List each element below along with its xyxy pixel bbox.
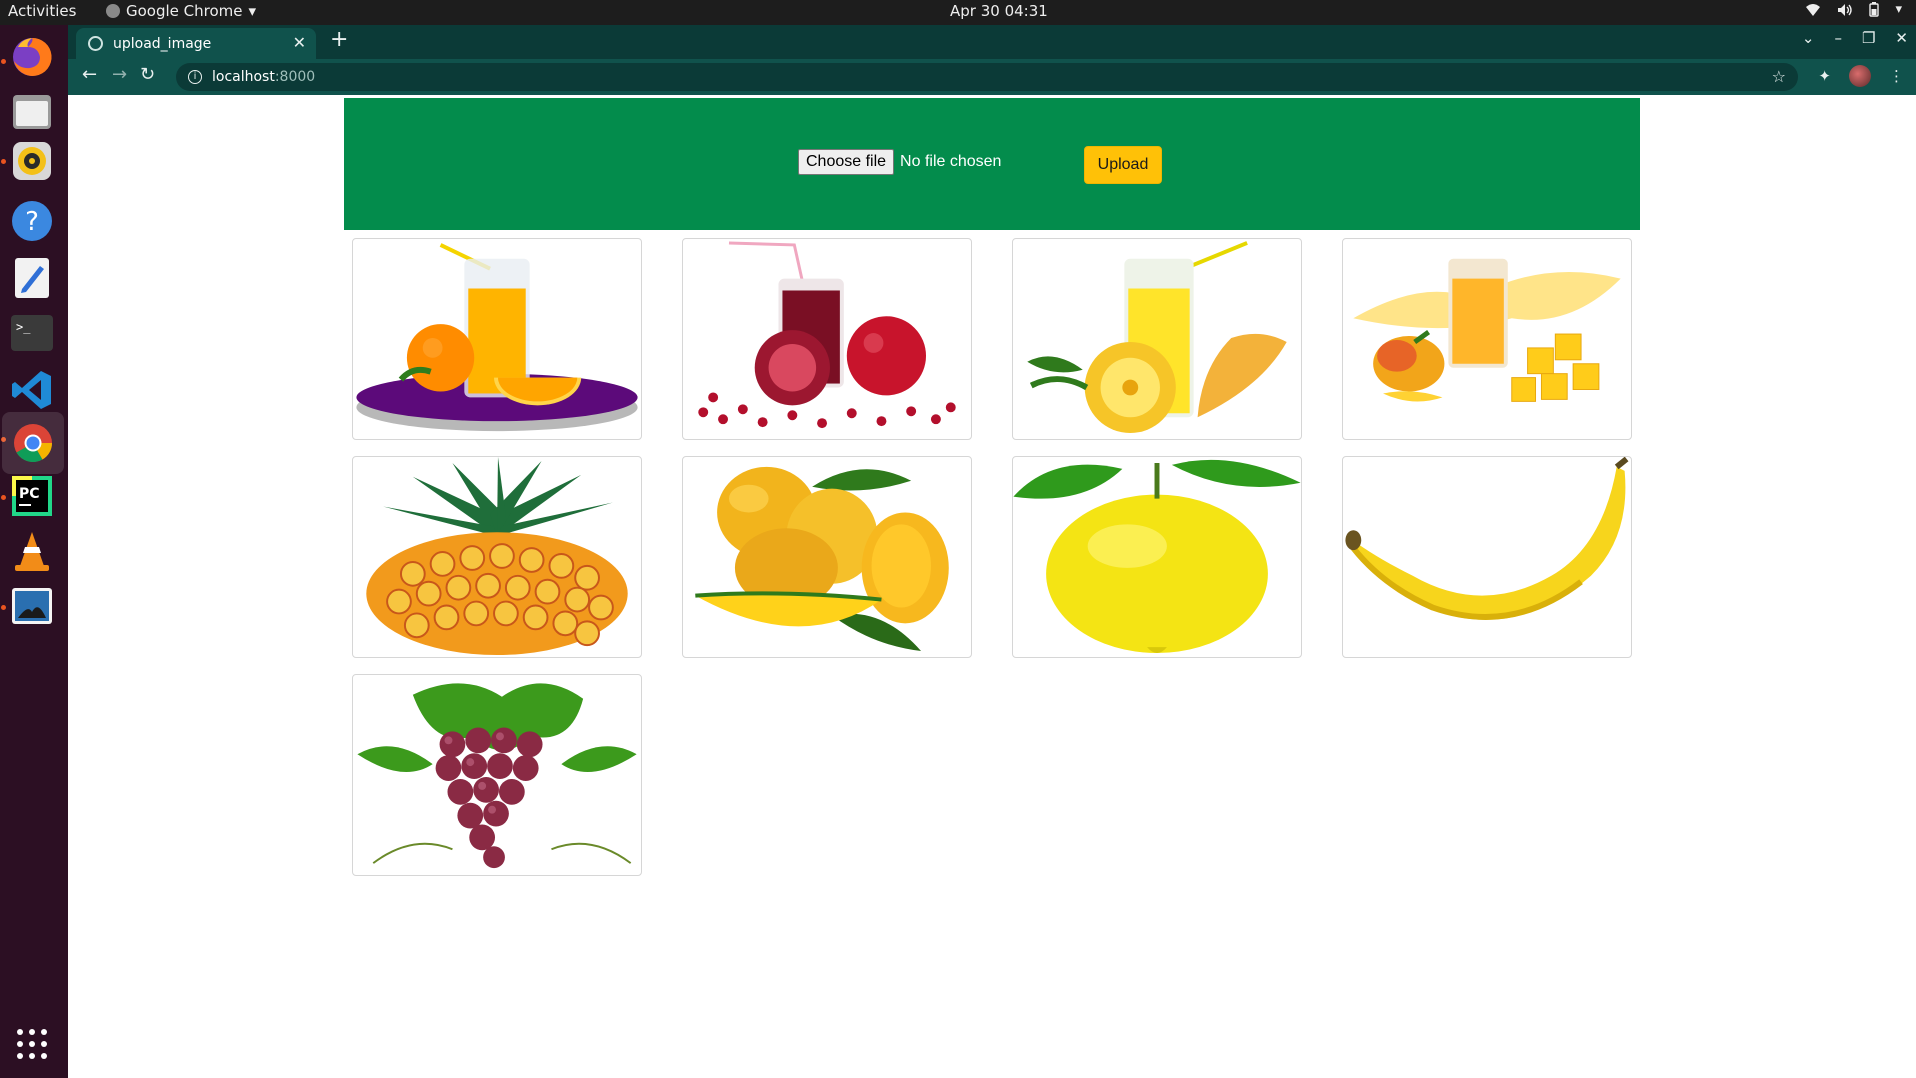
dock-item-shotwell[interactable] — [8, 582, 56, 630]
gallery-image-grapes[interactable] — [352, 674, 642, 876]
site-info-icon[interactable]: i — [188, 70, 202, 84]
files-icon — [13, 95, 51, 129]
activities-button[interactable]: Activities — [8, 2, 76, 20]
url-host: localhost — [212, 69, 275, 85]
gallery-image-mango-juice[interactable] — [1342, 238, 1632, 440]
pycharm-icon: PC — [12, 476, 52, 516]
running-indicator — [1, 159, 6, 164]
running-indicator — [1, 605, 6, 610]
reload-icon[interactable]: ↻ — [140, 64, 155, 85]
extensions-puzzle-icon[interactable]: ✦ — [1818, 67, 1831, 85]
help-icon: ? — [12, 201, 52, 241]
rhythmbox-icon — [13, 142, 51, 180]
svg-text:PC: PC — [19, 486, 40, 502]
chrome-icon — [14, 424, 53, 463]
svg-text:?: ? — [25, 207, 39, 237]
dock-item-files[interactable] — [8, 88, 56, 136]
dock-item-text-editor[interactable] — [8, 254, 56, 302]
tab-upload-image[interactable]: upload_image ✕ — [76, 28, 316, 59]
text-editor-icon — [15, 258, 49, 298]
close-tab-icon[interactable]: ✕ — [293, 33, 306, 52]
terminal-icon: >_ — [11, 315, 53, 351]
dock-item-pycharm[interactable]: PC — [8, 472, 56, 520]
gallery-image-pomegranate-juice[interactable] — [682, 238, 972, 440]
show-applications-button[interactable] — [8, 1020, 56, 1068]
profile-avatar[interactable] — [1849, 65, 1871, 87]
upload-header: Choose file No file chosen Upload — [344, 98, 1640, 230]
page-viewport: Choose file No file chosen Upload — [68, 95, 1916, 1078]
vlc-icon — [15, 532, 49, 571]
gallery-image-orange-juice[interactable] — [352, 238, 642, 440]
minimize-icon[interactable]: – — [1834, 29, 1842, 47]
url-port: :8000 — [274, 69, 316, 85]
running-indicator — [1, 495, 6, 500]
new-tab-button[interactable]: + — [330, 27, 348, 52]
system-top-bar: Activities Google Chrome ▾ Apr 30 04:31 … — [0, 0, 1916, 25]
kebab-menu-icon[interactable]: ⋮ — [1889, 67, 1904, 85]
app-menu[interactable]: Google Chrome ▾ — [106, 2, 256, 20]
grid-icon — [17, 1029, 47, 1059]
dock-item-vscode[interactable] — [8, 366, 56, 414]
shotwell-icon — [12, 588, 52, 624]
dock-item-rhythmbox[interactable] — [8, 137, 56, 185]
gallery-image-mangoes[interactable] — [682, 456, 972, 658]
wifi-icon — [1806, 3, 1821, 16]
browser-toolbar: ← → ↻ i localhost :8000 ☆ ✦ ⋮ — [68, 59, 1916, 95]
dock-item-vlc[interactable] — [8, 528, 56, 576]
battery-icon — [1869, 2, 1880, 17]
caret-down-icon: ▾ — [248, 2, 257, 20]
page-container: Choose file No file chosen Upload — [344, 98, 1640, 876]
svg-text:>_: >_ — [16, 320, 31, 334]
back-arrow-icon[interactable]: ← — [82, 64, 97, 85]
system-menu-icon: ▾ — [1895, 2, 1902, 17]
dock-item-terminal[interactable]: >_ — [8, 309, 56, 357]
gallery-image-banana[interactable] — [1342, 456, 1632, 658]
bookmark-star-icon[interactable]: ☆ — [1772, 67, 1786, 86]
chrome-app-icon — [106, 4, 120, 18]
file-input[interactable]: Choose file No file chosen — [798, 149, 1001, 175]
gallery-image-pineapple-juice[interactable] — [1012, 238, 1302, 440]
toolbar-actions: ✦ ⋮ — [1818, 65, 1904, 87]
address-bar[interactable]: i localhost :8000 ☆ — [176, 63, 1798, 91]
volume-icon — [1838, 3, 1853, 16]
tab-strip: upload_image ✕ + ⌄ – ❐ ✕ — [68, 25, 1916, 59]
system-tray[interactable]: ▾ — [1805, 2, 1902, 17]
forward-arrow-icon[interactable]: → — [112, 64, 127, 85]
clock[interactable]: Apr 30 04:31 — [950, 2, 1048, 20]
gallery-image-pineapple[interactable] — [352, 456, 642, 658]
running-indicator — [1, 59, 6, 64]
dock-item-chrome[interactable] — [2, 412, 64, 474]
vscode-icon — [12, 371, 51, 409]
file-status: No file chosen — [900, 153, 1002, 170]
restore-icon[interactable]: ❐ — [1862, 29, 1875, 47]
dock-item-firefox[interactable] — [8, 33, 56, 81]
close-window-icon[interactable]: ✕ — [1895, 29, 1908, 47]
firefox-icon — [13, 37, 52, 76]
app-menu-label: Google Chrome — [126, 2, 243, 20]
upload-button[interactable]: Upload — [1084, 146, 1162, 184]
window-controls: ⌄ – ❐ ✕ — [1802, 29, 1908, 47]
tab-title: upload_image — [113, 35, 212, 52]
dock: ? >_ PC — [0, 25, 68, 1078]
choose-file-button[interactable]: Choose file — [798, 149, 895, 175]
tab-search-icon[interactable]: ⌄ — [1802, 29, 1815, 47]
gallery-image-lemon[interactable] — [1012, 456, 1302, 658]
globe-icon — [88, 36, 103, 51]
dock-item-help[interactable]: ? — [8, 197, 56, 245]
